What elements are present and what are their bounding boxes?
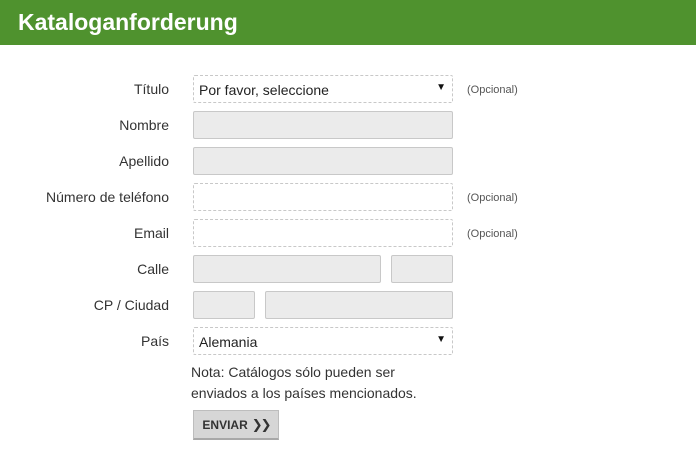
page-header: Kataloganforderung <box>0 0 696 45</box>
email-input[interactable] <box>193 219 453 247</box>
email-optional-note: (Opcional) <box>467 228 518 240</box>
page-title: Kataloganforderung <box>18 9 238 35</box>
title-optional-note: (Opcional) <box>467 84 518 96</box>
street-label: Calle <box>137 261 169 277</box>
last-name-label: Apellido <box>119 153 169 169</box>
phone-input[interactable] <box>193 183 453 211</box>
title-select-value: Por favor, seleccione <box>199 82 329 98</box>
title-label: Título <box>133 81 169 97</box>
country-select-value: Alemania <box>199 334 258 350</box>
postcode-input[interactable] <box>193 291 255 319</box>
street-input[interactable] <box>193 255 381 283</box>
first-name-input[interactable] <box>193 111 453 139</box>
submit-button-label: ENVIAR <box>202 417 248 432</box>
submit-button[interactable]: ENVIAR ❯❯ <box>193 410 279 440</box>
phone-label: Número de teléfono <box>46 189 169 205</box>
phone-optional-note: (Opcional) <box>467 192 518 204</box>
country-select[interactable]: Alemania ▼ <box>193 327 453 355</box>
country-label: País <box>140 333 169 349</box>
shipping-note: Nota: Catálogos sólo pueden ser enviados… <box>191 364 417 401</box>
first-name-label: Nombre <box>119 117 169 133</box>
email-label: Email <box>133 225 169 241</box>
city-input[interactable] <box>265 291 453 319</box>
triangle-down-icon: ▼ <box>436 82 446 93</box>
title-select[interactable]: Por favor, seleccione ▼ <box>193 75 453 103</box>
house-number-input[interactable] <box>391 255 453 283</box>
double-chevron-right-icon: ❯❯ <box>251 416 272 432</box>
last-name-input[interactable] <box>193 147 453 175</box>
postcode-city-label: CP / Ciudad <box>93 297 169 313</box>
triangle-down-icon: ▼ <box>436 334 446 345</box>
